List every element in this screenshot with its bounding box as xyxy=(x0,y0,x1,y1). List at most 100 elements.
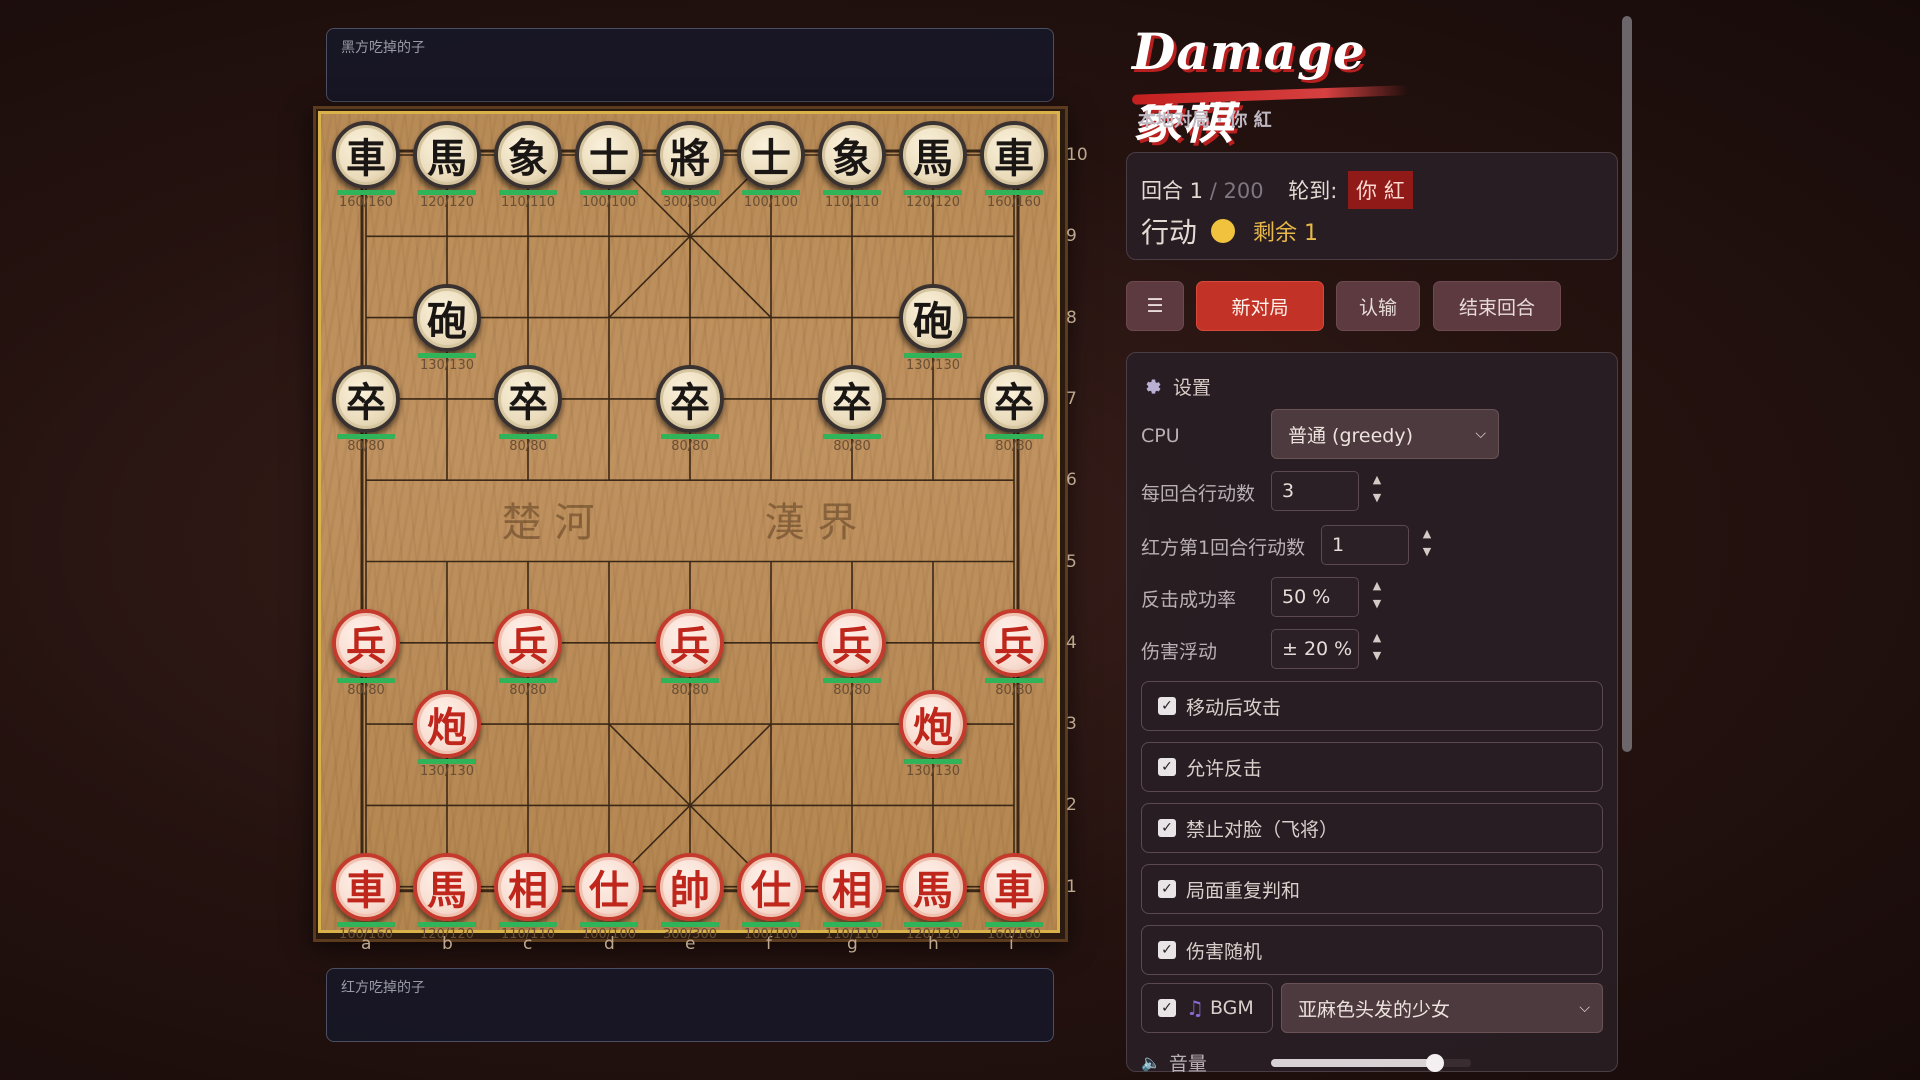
black-piece[interactable]: 馬 120/120 xyxy=(409,119,485,210)
red-piece[interactable]: 兵 80/80 xyxy=(490,607,566,698)
piece-face[interactable]: 車 xyxy=(980,121,1048,189)
black-piece[interactable]: 卒 80/80 xyxy=(652,363,728,454)
bgm-toggle[interactable]: ✓ ♫ BGM xyxy=(1141,983,1273,1033)
checkbox-checked-icon[interactable]: ✓ xyxy=(1158,758,1176,776)
piece-face[interactable]: 卒 xyxy=(332,364,400,433)
damage-variance-stepper[interactable]: ▲ ▼ xyxy=(1369,629,1385,667)
piece-face[interactable]: 相 xyxy=(494,852,562,921)
red-piece[interactable]: 兵 80/80 xyxy=(328,607,404,698)
check-move-then-attack[interactable]: ✓ 移动后攻击 xyxy=(1141,681,1603,731)
red-piece[interactable]: 馬 120/120 xyxy=(409,851,485,942)
black-piece[interactable]: 將 300/300 xyxy=(652,119,728,210)
hp-text: 110/110 xyxy=(500,926,555,942)
red-piece[interactable]: 馬 120/120 xyxy=(895,851,971,942)
black-piece[interactable]: 卒 80/80 xyxy=(976,363,1052,454)
piece-face[interactable]: 兵 xyxy=(980,608,1048,677)
hp-text: 120/120 xyxy=(905,195,960,210)
piece-face[interactable]: 將 xyxy=(656,121,724,189)
check-allow-counter[interactable]: ✓ 允许反击 xyxy=(1141,742,1603,792)
black-piece[interactable]: 象 110/110 xyxy=(490,119,566,210)
piece-face[interactable]: 卒 xyxy=(980,364,1048,433)
black-piece[interactable]: 車 160/160 xyxy=(976,119,1052,210)
piece-face[interactable]: 象 xyxy=(818,121,886,189)
piece-face[interactable]: 兵 xyxy=(494,608,562,677)
black-piece[interactable]: 馬 120/120 xyxy=(895,119,971,210)
piece-face[interactable]: 車 xyxy=(980,852,1048,921)
red-piece[interactable]: 炮 130/130 xyxy=(409,688,485,779)
red-piece[interactable]: 車 160/160 xyxy=(328,851,404,942)
hp-text: 80/80 xyxy=(347,438,385,454)
piece-face[interactable]: 卒 xyxy=(494,364,562,433)
piece-face[interactable]: 馬 xyxy=(899,121,967,189)
piece-face[interactable]: 象 xyxy=(494,121,562,189)
check-label: 禁止对脸（飞将） xyxy=(1186,818,1339,841)
volume-slider-thumb[interactable] xyxy=(1426,1054,1444,1072)
checkbox-checked-icon[interactable]: ✓ xyxy=(1158,999,1176,1017)
red-piece[interactable]: 相 110/110 xyxy=(490,851,566,942)
actions-per-turn-input[interactable]: 3 xyxy=(1271,471,1359,511)
check-no-flying-general[interactable]: ✓ 禁止对脸（飞将） xyxy=(1141,803,1603,853)
red-piece[interactable]: 炮 130/130 xyxy=(895,688,971,779)
menu-button[interactable]: ☰ xyxy=(1126,281,1184,331)
piece-face[interactable]: 馬 xyxy=(413,852,481,921)
piece-face[interactable]: 炮 xyxy=(413,690,481,759)
piece-face[interactable]: 砲 xyxy=(413,283,481,352)
piece-face[interactable]: 仕 xyxy=(737,852,805,921)
piece-face[interactable]: 仕 xyxy=(575,852,643,921)
damage-variance-input[interactable]: ± 20 % xyxy=(1271,629,1359,669)
checkbox-checked-icon[interactable]: ✓ xyxy=(1158,880,1176,898)
piece-face[interactable]: 車 xyxy=(332,121,400,189)
red-piece[interactable]: 仕 100/100 xyxy=(571,851,647,942)
cpu-select[interactable]: 普通 (greedy) ⌵ xyxy=(1271,409,1499,459)
red-first-turn-input[interactable]: 1 xyxy=(1321,525,1409,565)
check-random-damage[interactable]: ✓ 伤害随机 xyxy=(1141,925,1603,975)
black-piece[interactable]: 車 160/160 xyxy=(328,119,404,210)
red-piece[interactable]: 相 110/110 xyxy=(814,851,890,942)
piece-face[interactable]: 馬 xyxy=(899,852,967,921)
piece-face[interactable]: 帥 xyxy=(656,852,724,921)
piece-face[interactable]: 士 xyxy=(737,121,805,189)
hp-text: 80/80 xyxy=(833,438,871,454)
red-piece[interactable]: 仕 100/100 xyxy=(733,851,809,942)
red-piece[interactable]: 帥 300/300 xyxy=(652,851,728,942)
black-piece[interactable]: 卒 80/80 xyxy=(490,363,566,454)
checkbox-checked-icon[interactable]: ✓ xyxy=(1158,697,1176,715)
end-turn-button[interactable]: 结束回合 xyxy=(1433,281,1561,331)
hp-text: 130/130 xyxy=(419,357,474,373)
piece-face[interactable]: 兵 xyxy=(656,608,724,677)
checkbox-checked-icon[interactable]: ✓ xyxy=(1158,941,1176,959)
piece-face[interactable]: 兵 xyxy=(332,608,400,677)
check-repetition-draw[interactable]: ✓ 局面重复判和 xyxy=(1141,864,1603,914)
check-label: 移动后攻击 xyxy=(1186,696,1282,719)
new-game-button[interactable]: 新对局 xyxy=(1196,281,1324,331)
piece-face[interactable]: 相 xyxy=(818,852,886,921)
counter-rate-input[interactable]: 50 % xyxy=(1271,577,1359,617)
bgm-track-select[interactable]: 亚麻色头发的少女 ⌵ xyxy=(1281,983,1603,1033)
piece-face[interactable]: 卒 xyxy=(656,364,724,433)
black-piece[interactable]: 砲 130/130 xyxy=(409,282,485,373)
checkbox-checked-icon[interactable]: ✓ xyxy=(1158,819,1176,837)
black-piece[interactable]: 士 100/100 xyxy=(571,119,647,210)
piece-face[interactable]: 炮 xyxy=(899,690,967,759)
piece-face[interactable]: 兵 xyxy=(818,608,886,677)
resign-button[interactable]: 认输 xyxy=(1336,281,1420,331)
piece-face[interactable]: 士 xyxy=(575,121,643,189)
actions-per-turn-stepper[interactable]: ▲ ▼ xyxy=(1369,471,1385,509)
red-first-turn-stepper[interactable]: ▲ ▼ xyxy=(1419,525,1435,563)
red-piece[interactable]: 兵 80/80 xyxy=(976,607,1052,698)
piece-face[interactable]: 馬 xyxy=(413,121,481,189)
piece-face[interactable]: 卒 xyxy=(818,364,886,433)
panel-scrollbar[interactable] xyxy=(1622,16,1632,752)
piece-face[interactable]: 車 xyxy=(332,852,400,921)
piece-face[interactable]: 砲 xyxy=(899,283,967,352)
black-piece[interactable]: 砲 130/130 xyxy=(895,282,971,373)
black-piece[interactable]: 士 100/100 xyxy=(733,119,809,210)
red-piece[interactable]: 車 160/160 xyxy=(976,851,1052,942)
black-piece[interactable]: 卒 80/80 xyxy=(328,363,404,454)
counter-rate-stepper[interactable]: ▲ ▼ xyxy=(1369,577,1385,615)
red-piece[interactable]: 兵 80/80 xyxy=(814,607,890,698)
black-piece[interactable]: 象 110/110 xyxy=(814,119,890,210)
red-piece[interactable]: 兵 80/80 xyxy=(652,607,728,698)
volume-slider[interactable] xyxy=(1271,1054,1471,1072)
black-piece[interactable]: 卒 80/80 xyxy=(814,363,890,454)
